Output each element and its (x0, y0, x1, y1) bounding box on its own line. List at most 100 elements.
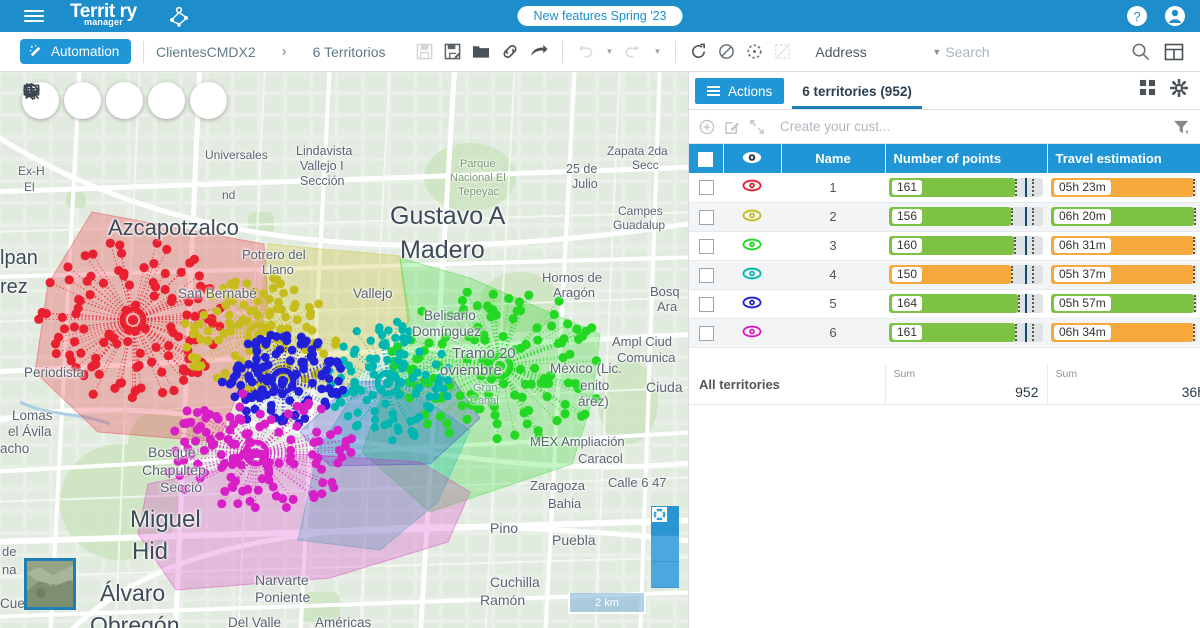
automation-button[interactable]: Automation (20, 39, 132, 64)
minimap-thumbnail[interactable] (24, 558, 76, 610)
header-name[interactable]: Name (781, 144, 886, 173)
map-label: Lomas (12, 408, 53, 423)
rectangle-select-icon[interactable] (774, 43, 791, 60)
folder-icon[interactable] (472, 43, 490, 60)
row-points-cell[interactable]: 150 (885, 260, 1047, 290)
row-checkbox[interactable] (698, 180, 714, 196)
map-label: Álvaro (100, 580, 166, 606)
map-label: Ramón (480, 592, 526, 608)
expand-arrows-icon[interactable] (749, 119, 765, 135)
actions-button[interactable]: Actions (695, 78, 785, 104)
row-checkbox-cell[interactable] (689, 318, 723, 348)
row-checkbox-cell[interactable] (689, 289, 723, 319)
header-select-all[interactable] (689, 144, 724, 173)
select-all-checkbox[interactable] (698, 151, 714, 167)
table-row[interactable]: 3 160 06h 31m (689, 231, 1200, 261)
row-visibility-cell[interactable] (723, 231, 781, 261)
refresh-icon[interactable] (690, 43, 707, 60)
toolbar-right-icons (1131, 42, 1190, 62)
actions-label: Actions (728, 83, 773, 99)
add-circle-icon[interactable] (699, 119, 715, 135)
user-account-icon[interactable] (1164, 5, 1186, 27)
share-icon[interactable] (530, 43, 548, 60)
row-checkbox[interactable] (698, 267, 714, 283)
zoom-in-icon[interactable] (651, 507, 679, 562)
hamburger-icon[interactable] (24, 10, 44, 22)
breadcrumb-project[interactable]: ClientesCMDX2 (156, 44, 256, 60)
row-visibility-cell[interactable] (723, 289, 781, 319)
layout-grid-icon[interactable] (1164, 42, 1184, 62)
row-travel-cell[interactable]: 05h 23m (1047, 173, 1200, 203)
row-checkbox-cell[interactable] (689, 173, 723, 203)
promo-pill-button[interactable]: New features Spring '23 (517, 6, 683, 26)
layers-icon[interactable] (23, 82, 227, 119)
grid-view-icon[interactable] (1139, 79, 1156, 102)
search-icon[interactable] (1131, 42, 1150, 61)
table-row[interactable]: 2 156 06h 20m (689, 202, 1200, 232)
measure-icon[interactable] (23, 82, 185, 119)
table-row[interactable]: 1 161 05h 23m (689, 173, 1200, 203)
row-checkbox[interactable] (698, 325, 714, 341)
row-points-cell[interactable]: 164 (885, 289, 1047, 319)
row-checkbox[interactable] (698, 209, 714, 225)
row-checkbox-cell[interactable] (689, 202, 723, 232)
header-visibility[interactable] (723, 144, 782, 173)
help-circle-icon[interactable]: ? (1126, 5, 1148, 27)
table-header-row: Name Number of points Travel estimation (689, 144, 1200, 173)
cursor-pointer-icon[interactable] (25, 82, 101, 119)
address-field-select[interactable]: Address ▼ (815, 44, 945, 60)
row-checkbox-cell[interactable] (689, 231, 723, 261)
row-travel-cell[interactable]: 06h 31m (1047, 231, 1200, 261)
row-travel-cell[interactable]: 06h 20m (1047, 202, 1200, 232)
eye-icon[interactable] (742, 267, 762, 280)
redo-icon[interactable] (624, 44, 641, 59)
lasso-select-icon[interactable] (746, 43, 763, 60)
map-canvas[interactable]: Universales Lindavista Vallejo I Sección Par… (0, 72, 688, 628)
table-row[interactable]: 5 164 05h 57m (689, 289, 1200, 319)
row-checkbox[interactable] (698, 296, 714, 312)
search-input[interactable] (945, 43, 1132, 60)
row-checkbox-cell[interactable] (689, 260, 723, 290)
row-points-cell[interactable]: 161 (885, 173, 1047, 203)
row-visibility-cell[interactable] (723, 202, 781, 232)
filter-icon[interactable] (1173, 119, 1190, 135)
save-icon[interactable] (416, 43, 433, 60)
table-row[interactable]: 4 150 05h 37m (689, 260, 1200, 290)
gear-icon[interactable] (1169, 78, 1189, 102)
map-label: na (2, 562, 17, 577)
row-checkbox[interactable] (698, 238, 714, 254)
edit-square-icon[interactable] (724, 119, 740, 135)
table-row[interactable]: 6 161 06h 34m (689, 318, 1200, 348)
eye-icon[interactable] (742, 296, 762, 309)
save-as-icon[interactable] (444, 43, 461, 60)
row-points-cell[interactable]: 161 (885, 318, 1047, 348)
row-travel-cell[interactable]: 05h 37m (1047, 260, 1200, 290)
eye-icon[interactable] (742, 179, 762, 192)
ban-icon[interactable] (718, 43, 735, 60)
header-travel-estimation[interactable]: Travel estimation (1047, 144, 1200, 173)
undo-icon[interactable] (577, 44, 594, 59)
row-points-cell[interactable]: 156 (885, 202, 1047, 232)
redo-caret-icon[interactable]: ▼ (653, 47, 661, 56)
tab-territories[interactable]: 6 territories (952) (792, 84, 922, 109)
row-travel-cell[interactable]: 05h 57m (1047, 289, 1200, 319)
map-label: Secc (632, 158, 659, 172)
eye-icon[interactable] (742, 209, 762, 222)
zoom-out-icon[interactable] (651, 507, 679, 588)
row-visibility-cell[interactable] (723, 173, 781, 203)
eye-icon[interactable] (742, 238, 762, 251)
row-points-cell[interactable]: 160 (885, 231, 1047, 261)
header-number-of-points[interactable]: Number of points (885, 144, 1048, 173)
comment-icon[interactable] (23, 82, 143, 119)
link-icon[interactable] (501, 43, 519, 60)
row-visibility-cell[interactable] (723, 318, 781, 348)
eye-icon[interactable] (742, 325, 762, 338)
chevron-down-icon: ▼ (932, 46, 942, 57)
custom-field-input[interactable] (780, 119, 1164, 134)
map-label: Ara (657, 299, 678, 314)
points-value: 161 (892, 179, 923, 195)
breadcrumb-current[interactable]: 6 Territorios (313, 44, 386, 60)
row-visibility-cell[interactable] (723, 260, 781, 290)
row-travel-cell[interactable]: 06h 34m (1047, 318, 1200, 348)
undo-caret-icon[interactable]: ▼ (606, 47, 614, 56)
